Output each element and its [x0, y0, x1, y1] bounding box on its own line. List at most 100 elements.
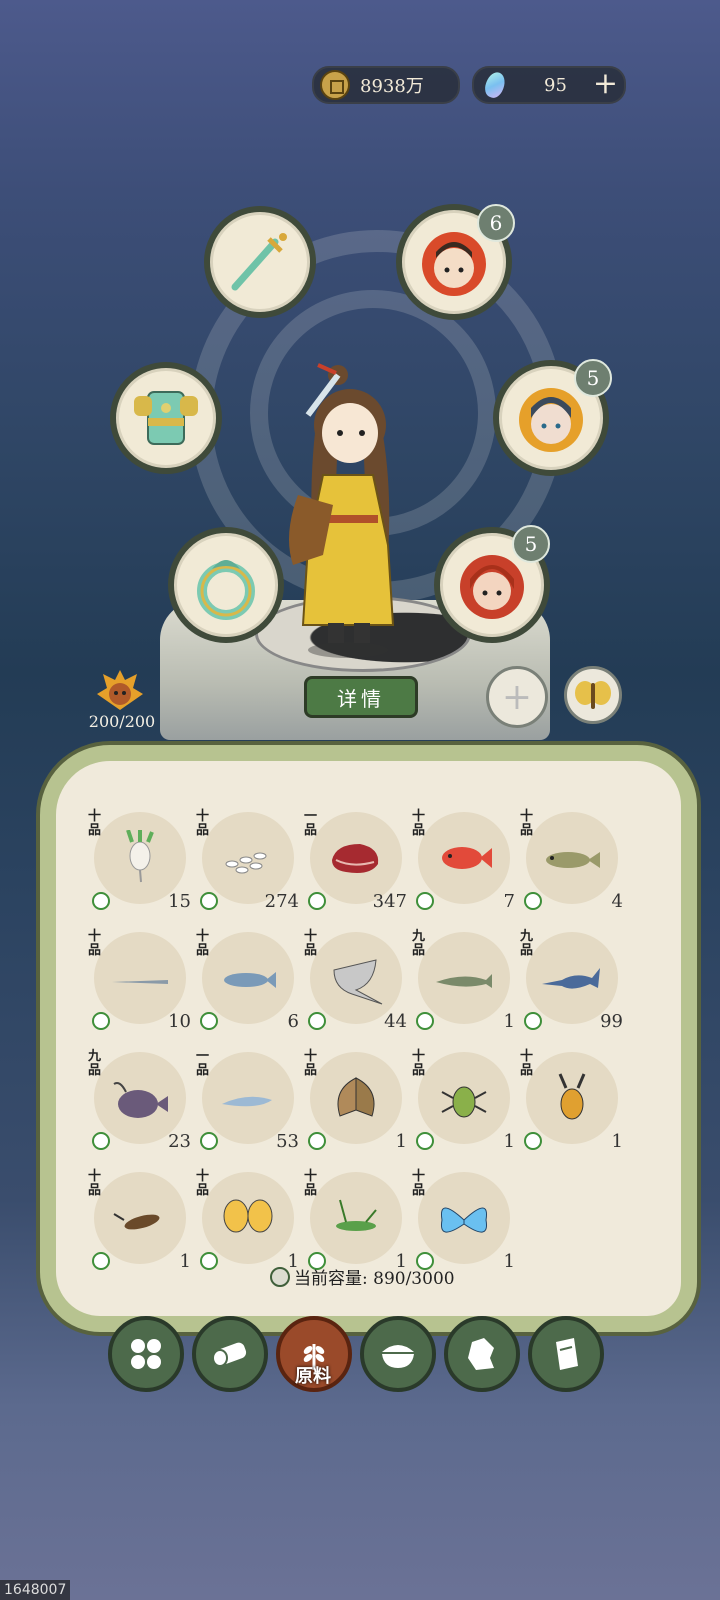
inventory-item[interactable]: 十品 1	[88, 1166, 193, 1276]
companion-level-badge: 6	[477, 204, 515, 242]
inventory-item[interactable]: 十品 1	[304, 1046, 409, 1156]
red-fish-icon	[442, 847, 492, 869]
item-quality-icon	[92, 892, 110, 910]
inventory-item[interactable]: 十品 1	[304, 1166, 409, 1276]
nav-food-button[interactable]	[360, 1316, 436, 1392]
weapon-slot[interactable]	[204, 206, 316, 318]
capacity-indicator: 当前容量: 890/3000	[270, 1264, 455, 1289]
jade-ring-icon	[197, 560, 255, 620]
inventory-item[interactable]: 十品 15	[88, 806, 193, 916]
item-quality-icon	[308, 892, 326, 910]
detail-button[interactable]: 详情	[304, 676, 418, 718]
inventory-item[interactable]: 十品 1	[412, 1166, 517, 1276]
armor-icon	[134, 391, 198, 445]
inventory-item[interactable]: 十品 1	[196, 1166, 301, 1276]
inventory-item[interactable]: 十品 6	[196, 926, 301, 1036]
item-grade: 十品	[196, 809, 210, 838]
inventory-item[interactable]: 九品 23	[88, 1046, 193, 1156]
nav-materials-button[interactable]	[444, 1316, 520, 1392]
needlefish-icon	[112, 980, 168, 984]
meat-icon	[332, 844, 379, 873]
inventory-item[interactable]: 十品 274	[196, 806, 301, 916]
brown-moth-icon	[337, 1077, 375, 1117]
add-gems-button[interactable]: +	[593, 69, 618, 99]
item-quality-icon	[524, 1132, 542, 1150]
gem-amount: 95	[544, 74, 567, 96]
item-grade: 十品	[412, 809, 426, 838]
item-count: 23	[168, 1131, 191, 1152]
build-id: 1648007	[0, 1580, 71, 1600]
inventory-item[interactable]: 十品 10	[88, 926, 193, 1036]
gem-icon	[482, 69, 508, 101]
item-quality-icon	[416, 1012, 434, 1030]
item-quality-icon	[92, 1012, 110, 1030]
inventory-item[interactable]: 九品 1	[412, 926, 517, 1036]
companion-level-badge: 5	[512, 525, 550, 563]
stamina-spirit-icon	[97, 670, 143, 710]
character-figure[interactable]	[278, 355, 418, 660]
capacity-text: 当前容量: 890/3000	[294, 1269, 455, 1289]
log-icon	[212, 1342, 247, 1367]
nav-all-button[interactable]	[108, 1316, 184, 1392]
inventory-item[interactable]: 十品 1	[412, 1046, 517, 1156]
item-grade: 十品	[88, 1169, 102, 1198]
item-count: 4	[611, 891, 623, 912]
item-quality-icon	[92, 1252, 110, 1270]
item-count: 1	[503, 1011, 515, 1032]
cockroach-icon	[113, 1213, 160, 1230]
ore-shard-icon	[468, 1338, 494, 1370]
inventory-item[interactable]: 十品 44	[304, 926, 409, 1036]
sword-icon	[231, 233, 287, 291]
inventory-item[interactable]: 一品 53	[196, 1046, 301, 1156]
item-count: 15	[168, 891, 191, 912]
armor-slot[interactable]	[110, 362, 222, 474]
item-quality-icon	[200, 1132, 218, 1150]
item-quality-icon	[200, 1012, 218, 1030]
item-count: 10	[168, 1011, 191, 1032]
rice-bowl-icon	[382, 1345, 414, 1368]
item-quality-icon	[416, 1132, 434, 1150]
item-quality-icon	[524, 1012, 542, 1030]
sturgeon-icon	[436, 974, 492, 988]
item-quality-icon	[200, 892, 218, 910]
coin-icon	[320, 70, 350, 100]
item-grade: 九品	[88, 1049, 102, 1078]
capacity-icon	[270, 1266, 290, 1287]
inventory-item[interactable]: 十品 7	[412, 806, 517, 916]
grasshopper-icon	[336, 1199, 377, 1231]
add-slot-button[interactable]: +	[486, 666, 548, 728]
item-grade: 十品	[412, 1169, 426, 1198]
item-quality-icon	[92, 1132, 110, 1150]
item-count: 6	[287, 1011, 299, 1032]
inventory-item[interactable]: 十品 1	[520, 1046, 625, 1156]
gem-counter: 95 +	[472, 66, 626, 104]
scroll-icon	[556, 1338, 578, 1370]
item-count: 53	[276, 1131, 299, 1152]
item-grade: 十品	[88, 929, 102, 958]
item-count: 1	[503, 1251, 515, 1272]
item-quality-icon	[200, 1252, 218, 1270]
item-count: 1	[179, 1251, 191, 1272]
nav-wood-button[interactable]	[192, 1316, 268, 1392]
item-count: 1	[503, 1131, 515, 1152]
radish-icon	[126, 830, 154, 883]
item-grade: 一品	[304, 809, 318, 838]
item-grade: 一品	[196, 1049, 210, 1078]
ring-slot[interactable]	[168, 527, 284, 643]
stamina-value: 200/200	[88, 712, 156, 731]
inventory-item[interactable]: 九品 99	[520, 926, 625, 1036]
item-grade: 九品	[412, 929, 426, 958]
item-count: 1	[395, 1131, 407, 1152]
item-count: 99	[600, 1011, 623, 1032]
inventory-item[interactable]: 一品 347	[304, 806, 409, 916]
item-grade: 十品	[520, 809, 534, 838]
pet-insect-slot[interactable]	[564, 666, 622, 724]
item-quality-icon	[308, 1012, 326, 1030]
inventory-item[interactable]: 十品 4	[520, 806, 625, 916]
item-count: 347	[372, 891, 407, 912]
nav-scrolls-button[interactable]	[528, 1316, 604, 1392]
item-grade: 十品	[196, 929, 210, 958]
ghost-fish-icon	[222, 1096, 272, 1107]
yellow-butterfly-icon	[223, 1199, 273, 1233]
companion-level-badge: 5	[574, 359, 612, 397]
